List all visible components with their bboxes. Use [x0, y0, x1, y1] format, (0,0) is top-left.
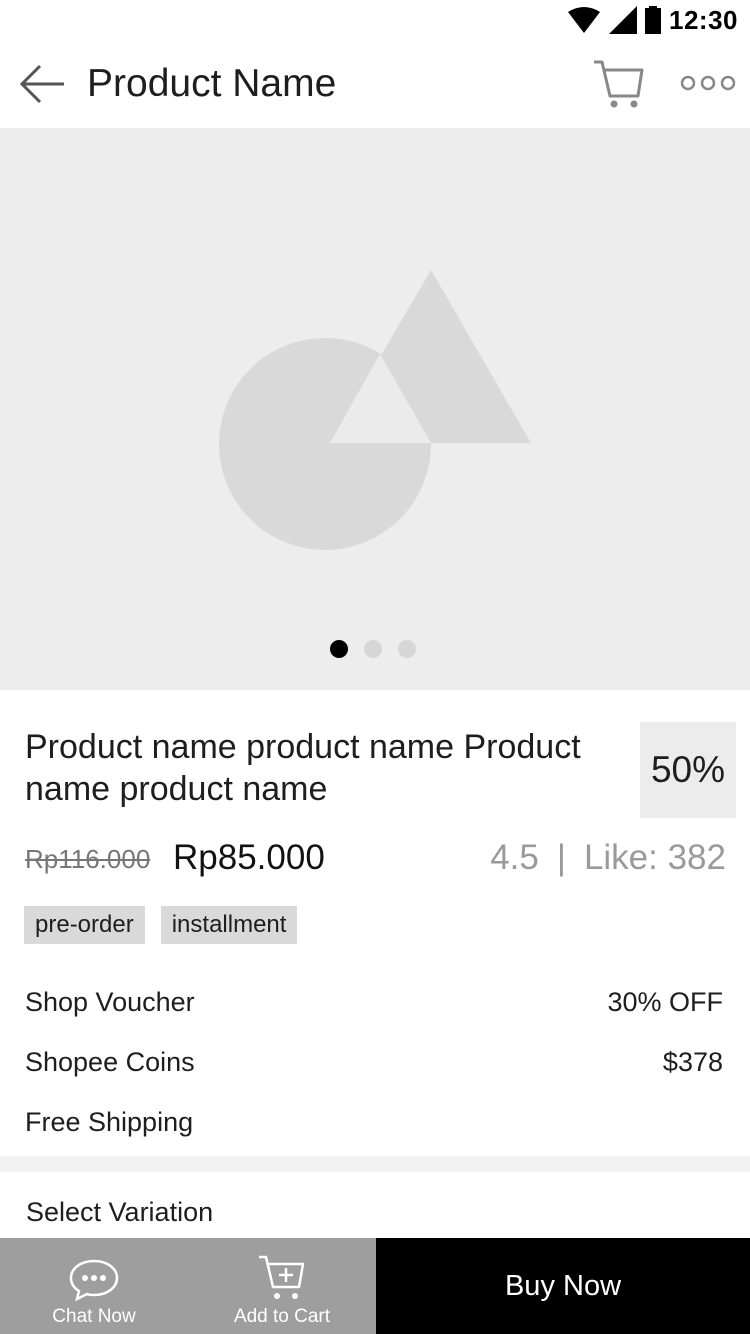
chat-bubble-icon: [69, 1259, 119, 1302]
rating-separator: |: [556, 838, 566, 877]
section-divider: [0, 1156, 750, 1172]
more-dots-icon: [680, 75, 736, 91]
rating-likes: 4.5 | Like: 382: [490, 836, 726, 880]
like-count: Like: 382: [583, 838, 726, 877]
sale-price: Rp85.000: [173, 838, 325, 877]
wifi-icon: [568, 7, 600, 33]
battery-icon: [645, 6, 661, 34]
page-title: Product Name: [87, 62, 337, 105]
cart-button[interactable]: [592, 58, 646, 110]
cart-icon: [594, 60, 644, 108]
select-variation[interactable]: Select Variation: [26, 1194, 213, 1230]
info-label: Shopee Coins: [25, 1047, 195, 1077]
product-title: Product name product name Product name p…: [25, 728, 581, 808]
info-value: 30% OFF: [607, 987, 723, 1017]
app-bar: Product Name: [0, 40, 750, 128]
shopee-coins-row[interactable]: Shopee Coins $378: [25, 1044, 723, 1080]
pagination-dot[interactable]: [364, 640, 382, 658]
pagination-dot[interactable]: [398, 640, 416, 658]
arrow-left-icon: [19, 64, 64, 104]
pagination-dot[interactable]: [330, 640, 348, 658]
buy-now-button[interactable]: Buy Now: [376, 1238, 750, 1334]
signal-icon: [609, 6, 637, 34]
add-to-cart-button[interactable]: Add to Cart: [188, 1238, 376, 1334]
original-price: Rp116.000: [25, 844, 151, 874]
shop-voucher-row[interactable]: Shop Voucher 30% OFF: [25, 984, 723, 1020]
bottom-action-bar: Chat Now Add to Cart Buy Now: [0, 1238, 750, 1334]
chat-now-button[interactable]: Chat Now: [0, 1238, 188, 1334]
free-shipping-row[interactable]: Free Shipping: [25, 1104, 723, 1140]
info-value: $378: [662, 1047, 723, 1077]
info-label: Shop Voucher: [25, 987, 195, 1017]
cart-plus-icon: [259, 1255, 305, 1299]
add-to-cart-label: Add to Cart: [233, 1306, 331, 1327]
chat-now-label: Chat Now: [52, 1306, 136, 1327]
tag-installment: installment: [160, 906, 298, 944]
tag-pre-order: pre-order: [24, 906, 145, 944]
buy-now-label: Buy Now: [504, 1269, 622, 1302]
product-tags: pre-order installment: [24, 906, 298, 944]
product-image-gallery[interactable]: [0, 128, 750, 690]
bottom-secondary-actions: Chat Now Add to Cart: [0, 1238, 376, 1334]
status-time: 12:30: [669, 4, 738, 35]
image-placeholder-icon: [219, 270, 531, 550]
status-bar: 12:30: [0, 0, 750, 40]
more-options-button[interactable]: [680, 70, 736, 96]
back-button[interactable]: [18, 62, 66, 106]
rating-value: 4.5: [490, 838, 539, 877]
discount-badge: 50%: [640, 722, 736, 818]
info-label: Free Shipping: [25, 1107, 194, 1137]
gallery-pagination: [330, 640, 416, 658]
